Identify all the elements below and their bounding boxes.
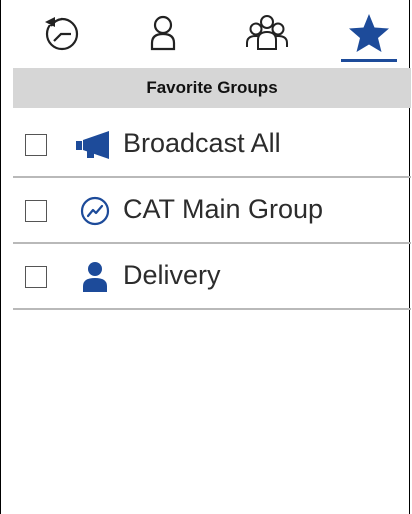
history-icon <box>45 15 79 51</box>
groups-icon <box>246 15 288 50</box>
app-frame: Favorite Groups Broadcast All CAT Main G… <box>0 0 411 514</box>
tab-favorites[interactable] <box>339 6 399 60</box>
star-icon <box>349 14 389 52</box>
contact-icon <box>150 15 176 51</box>
checkbox[interactable] <box>25 200 47 222</box>
section-header: Favorite Groups <box>13 68 411 108</box>
tab-bar <box>1 0 411 64</box>
tab-groups[interactable] <box>237 6 297 60</box>
person-icon <box>75 258 115 296</box>
trending-circle-icon <box>75 192 115 230</box>
checkbox[interactable] <box>25 266 47 288</box>
checkbox[interactable] <box>25 134 47 156</box>
section-title: Favorite Groups <box>146 78 278 97</box>
tab-contacts[interactable] <box>133 6 193 60</box>
tab-history[interactable] <box>31 6 91 60</box>
list-item-broadcast-all[interactable]: Broadcast All <box>13 112 411 178</box>
group-label: Delivery <box>123 260 221 290</box>
active-tab-indicator <box>341 59 397 62</box>
list-item-cat-main-group[interactable]: CAT Main Group <box>13 178 411 244</box>
megaphone-icon <box>75 126 115 164</box>
list-item-delivery[interactable]: Delivery <box>13 244 411 310</box>
group-label: CAT Main Group <box>123 194 324 224</box>
group-label: Broadcast All <box>123 128 281 158</box>
